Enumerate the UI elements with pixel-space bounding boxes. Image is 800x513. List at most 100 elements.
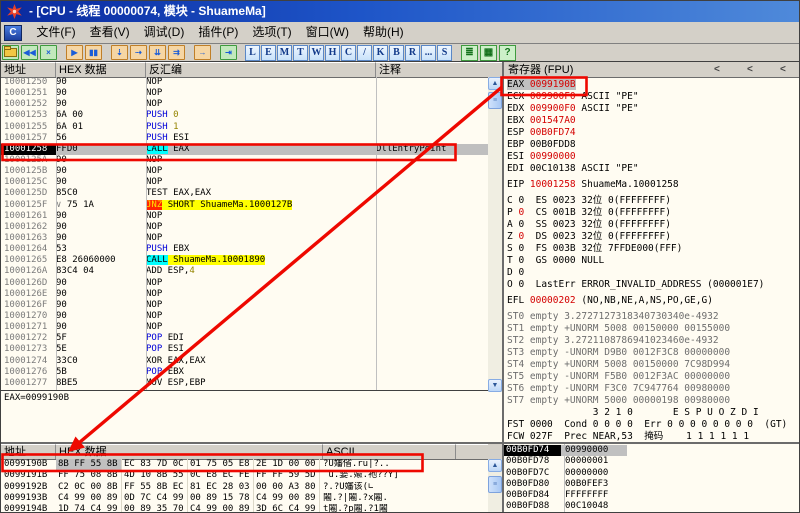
stack-row[interactable]: 00B0FD7800000001 xyxy=(504,456,800,467)
disasm-row[interactable]: 1000126290NOP xyxy=(1,222,488,233)
menu-item[interactable]: 窗口(W) xyxy=(299,22,356,43)
disasm-row[interactable]: 1000126190NOP xyxy=(1,211,488,222)
letter-button-k[interactable]: K xyxy=(373,45,388,61)
disasm-row[interactable]: 1000125756PUSH ESI xyxy=(1,133,488,144)
register-line[interactable]: EAX 0099190B xyxy=(507,79,799,91)
dump-row[interactable]: 0099191BFF 75 08 8B4D 10 8B 550C E8 EC F… xyxy=(1,470,488,481)
execute-till-return-button[interactable]: → xyxy=(194,45,211,60)
register-line[interactable]: C 0 ES 0023 32位 0(FFFFFFFF) xyxy=(507,195,799,207)
register-line[interactable]: P 0 CS 001B 32位 0(FFFFFFFF) xyxy=(507,207,799,219)
register-line[interactable]: A 0 SS 0023 32位 0(FFFFFFFF) xyxy=(507,219,799,231)
letter-button-m[interactable]: M xyxy=(277,45,292,61)
letter-button-r[interactable]: R xyxy=(405,45,420,61)
disasm-row[interactable]: 1000125A90NOP xyxy=(1,155,488,166)
letter-button-c[interactable]: C xyxy=(341,45,356,61)
disasm-row[interactable]: 1000125D85C0TEST EAX,EAX xyxy=(1,188,488,199)
register-line[interactable]: ST6 empty -UNORM F3C0 7C947764 00980000 xyxy=(507,383,799,395)
register-line[interactable]: 3 2 1 0 E S P U O Z D I xyxy=(507,407,799,419)
animate-over-button[interactable]: ⇉ xyxy=(168,45,185,60)
menu-item[interactable]: 帮助(H) xyxy=(356,22,411,43)
letter-button-e[interactable]: E xyxy=(261,45,276,61)
stack-row[interactable]: 00B0FD8800C10048 xyxy=(504,501,800,512)
registers-body[interactable]: EAX 0099190BECX 009900F0 ASCII "PE"EDX 0… xyxy=(507,79,799,442)
register-line[interactable]: EDI 00C10138 ASCII "PE" xyxy=(507,163,799,175)
disasm-row[interactable]: 100012536A 00PUSH 0 xyxy=(1,110,488,121)
pane-divider-vertical[interactable] xyxy=(502,62,504,513)
stack-row[interactable]: 00B0FD8000B0FEF3 xyxy=(504,479,800,490)
register-line[interactable]: ST1 empty +UNORM 5008 00150000 00155000 xyxy=(507,323,799,335)
menu-item[interactable]: 调试(D) xyxy=(137,22,192,43)
register-line[interactable]: FST 0000 Cond 0 0 0 0 Err 0 0 0 0 0 0 0 … xyxy=(507,419,799,431)
log-window-button[interactable]: ≣ xyxy=(461,45,478,61)
step-over-button[interactable]: ⇢ xyxy=(130,45,147,60)
open-file-button[interactable] xyxy=(2,45,19,60)
disasm-row[interactable]: 1000126A83C4 04ADD ESP,4 xyxy=(1,266,488,277)
chevron-left-icon[interactable]: < xyxy=(747,63,753,77)
dump-row[interactable]: 0099193BC4 99 00 890D 7C C4 9900 89 15 7… xyxy=(1,493,488,504)
scroll-thumb[interactable]: ≡ xyxy=(488,476,502,493)
scroll-up-button[interactable]: ▲ xyxy=(488,459,502,472)
restart-button[interactable]: ◀◀ xyxy=(21,45,38,60)
letter-button-w[interactable]: W xyxy=(309,45,324,61)
menu-item[interactable]: 选项(T) xyxy=(245,22,298,43)
dump-row[interactable]: 0099192BC2 0C 00 8BFF 55 8B EC81 EC 28 0… xyxy=(1,482,488,493)
register-line[interactable]: ST2 empty 3.2721108786941023460e-4932 xyxy=(507,335,799,347)
disasm-row[interactable]: 1000127433C0XOR EAX,EAX xyxy=(1,356,488,367)
animate-into-button[interactable]: ⇊ xyxy=(149,45,166,60)
disasm-row[interactable]: 1000125090NOP xyxy=(1,77,488,88)
letter-button-t[interactable]: T xyxy=(293,45,308,61)
register-line[interactable]: ST3 empty -UNORM D9B0 0012F3C8 00000000 xyxy=(507,347,799,359)
register-line[interactable]: ST7 empty +UNORM 5000 00000198 00980000 xyxy=(507,395,799,407)
menu-item[interactable]: 插件(P) xyxy=(191,22,245,43)
disasm-row[interactable]: 1000125C90NOP xyxy=(1,177,488,188)
pause-button[interactable]: ▮▮ xyxy=(85,45,102,60)
disasm-row[interactable]: 1000125B90NOP xyxy=(1,166,488,177)
scroll-down-button[interactable]: ▼ xyxy=(488,379,502,392)
run-button[interactable]: ▶ xyxy=(66,45,83,60)
menu-item[interactable]: 文件(F) xyxy=(29,22,82,43)
letter-button-s[interactable]: S xyxy=(437,45,452,61)
appearance-button[interactable]: ▦ xyxy=(480,45,497,61)
disasm-row[interactable]: 1000125190NOP xyxy=(1,88,488,99)
register-line[interactable]: T 0 GS 0000 NULL xyxy=(507,255,799,267)
disasm-row[interactable]: 100012778BE5MOV ESP,EBP xyxy=(1,378,488,389)
disasm-row[interactable]: 1000125290NOP xyxy=(1,99,488,110)
register-line[interactable]: ECX 009900F0 ASCII "PE" xyxy=(507,91,799,103)
scroll-thumb[interactable]: ≡ xyxy=(488,92,502,109)
disasm-row[interactable]: 100012735EPOP ESI xyxy=(1,344,488,355)
close-button[interactable]: × xyxy=(40,45,57,60)
disasm-scrollbar[interactable]: ▲ ≡ ▼ xyxy=(488,77,502,392)
dump-scrollbar[interactable]: ▲ ≡ xyxy=(488,459,502,513)
disasm-row[interactable]: 1000126F90NOP xyxy=(1,300,488,311)
stack-row[interactable]: 00B0FD84FFFFFFFF xyxy=(504,490,800,501)
dump-row[interactable]: 0099190B8B FF 55 8BEC 83 7D 0C01 75 05 E… xyxy=(1,459,488,470)
dump-row[interactable]: 0099194B1D 74 C4 9900 89 35 70C4 99 00 8… xyxy=(1,504,488,513)
help-button[interactable]: ? xyxy=(499,45,516,61)
disasm-row[interactable]: 1000127090NOP xyxy=(1,311,488,322)
chevron-left-icon[interactable]: < xyxy=(714,63,720,77)
register-line[interactable]: ST0 empty 3.2727127318340730340e-4932 xyxy=(507,311,799,323)
disasm-row[interactable]: 100012556A 01PUSH 1 xyxy=(1,122,488,133)
register-line[interactable]: EDX 009900F0 ASCII "PE" xyxy=(507,103,799,115)
scroll-up-button[interactable]: ▲ xyxy=(488,77,502,90)
register-line[interactable]: D 0 xyxy=(507,267,799,279)
step-into-button[interactable]: ⇣ xyxy=(111,45,128,60)
stack-row[interactable]: 00B0FD7400990000 xyxy=(504,445,800,456)
disasm-row[interactable]: 10001258FFD0CALL EAXDllEntryPoint xyxy=(1,144,488,155)
register-line[interactable]: EBX 001547A0 xyxy=(507,115,799,127)
register-line[interactable]: Z 0 DS 0023 32位 0(FFFFFFFF) xyxy=(507,231,799,243)
letter-button-h[interactable]: H xyxy=(325,45,340,61)
register-line[interactable]: EIP 10001258 ShuameMa.10001258 xyxy=(507,179,799,191)
disasm-row[interactable]: 1000126E90NOP xyxy=(1,289,488,300)
disasm-row[interactable]: 1000126390NOP xyxy=(1,233,488,244)
register-line[interactable]: ESI 00990000 xyxy=(507,151,799,163)
disasm-row[interactable]: 100012765BPOP EBX xyxy=(1,367,488,378)
register-line[interactable]: ST5 empty -UNORM F5B0 0012F3AC 00000000 xyxy=(507,371,799,383)
stack-row[interactable]: 00B0FD7C00000000 xyxy=(504,468,800,479)
disasm-row[interactable]: 1000126453PUSH EBX xyxy=(1,244,488,255)
mdi-child-icon[interactable]: C xyxy=(4,25,22,41)
register-line[interactable]: O 0 LastErr ERROR_INVALID_ADDRESS (00000… xyxy=(507,279,799,291)
register-line[interactable]: ST4 empty +UNORM 5008 00150000 7C98D994 xyxy=(507,359,799,371)
register-line[interactable]: ESP 00B0FD74 xyxy=(507,127,799,139)
register-line[interactable]: EBP 00B0FDD8 xyxy=(507,139,799,151)
